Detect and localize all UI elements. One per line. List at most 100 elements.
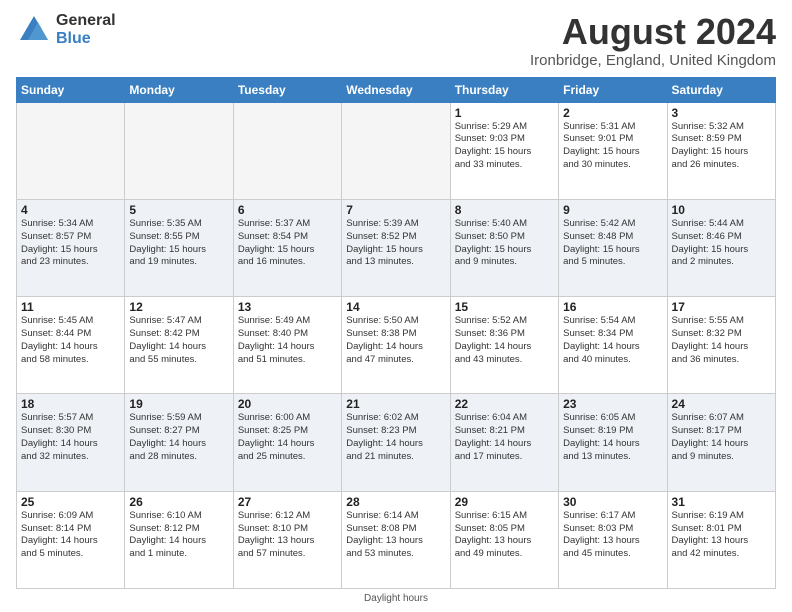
logo-blue: Blue: [56, 30, 116, 48]
calendar-cell: 29Sunrise: 6:15 AM Sunset: 8:05 PM Dayli…: [450, 491, 558, 588]
day-number: 14: [346, 300, 445, 314]
day-info: Sunrise: 5:39 AM Sunset: 8:52 PM Dayligh…: [346, 218, 445, 269]
page: General Blue August 2024 Ironbridge, Eng…: [0, 0, 792, 612]
day-number: 17: [672, 300, 771, 314]
calendar-cell: 4Sunrise: 5:34 AM Sunset: 8:57 PM Daylig…: [17, 199, 125, 296]
calendar-cell: 22Sunrise: 6:04 AM Sunset: 8:21 PM Dayli…: [450, 394, 558, 491]
day-number: 8: [455, 203, 554, 217]
calendar-cell: [233, 102, 341, 199]
calendar-cell: 6Sunrise: 5:37 AM Sunset: 8:54 PM Daylig…: [233, 199, 341, 296]
header: General Blue August 2024 Ironbridge, Eng…: [16, 12, 776, 69]
calendar-week-row: 4Sunrise: 5:34 AM Sunset: 8:57 PM Daylig…: [17, 199, 776, 296]
day-info: Sunrise: 5:35 AM Sunset: 8:55 PM Dayligh…: [129, 218, 228, 269]
day-number: 16: [563, 300, 662, 314]
day-info: Sunrise: 6:15 AM Sunset: 8:05 PM Dayligh…: [455, 510, 554, 561]
day-info: Sunrise: 5:55 AM Sunset: 8:32 PM Dayligh…: [672, 315, 771, 366]
day-number: 13: [238, 300, 337, 314]
weekday-header: Thursday: [450, 77, 558, 102]
calendar-cell: 23Sunrise: 6:05 AM Sunset: 8:19 PM Dayli…: [559, 394, 667, 491]
weekday-header: Wednesday: [342, 77, 450, 102]
day-number: 1: [455, 106, 554, 120]
day-number: 23: [563, 397, 662, 411]
calendar-cell: 8Sunrise: 5:40 AM Sunset: 8:50 PM Daylig…: [450, 199, 558, 296]
calendar-cell: [125, 102, 233, 199]
day-info: Sunrise: 6:04 AM Sunset: 8:21 PM Dayligh…: [455, 412, 554, 463]
day-info: Sunrise: 5:59 AM Sunset: 8:27 PM Dayligh…: [129, 412, 228, 463]
day-info: Sunrise: 5:34 AM Sunset: 8:57 PM Dayligh…: [21, 218, 120, 269]
day-number: 3: [672, 106, 771, 120]
calendar-cell: 26Sunrise: 6:10 AM Sunset: 8:12 PM Dayli…: [125, 491, 233, 588]
calendar-cell: 9Sunrise: 5:42 AM Sunset: 8:48 PM Daylig…: [559, 199, 667, 296]
day-number: 29: [455, 495, 554, 509]
day-info: Sunrise: 6:14 AM Sunset: 8:08 PM Dayligh…: [346, 510, 445, 561]
day-number: 18: [21, 397, 120, 411]
calendar-week-row: 25Sunrise: 6:09 AM Sunset: 8:14 PM Dayli…: [17, 491, 776, 588]
day-number: 31: [672, 495, 771, 509]
calendar-cell: 2Sunrise: 5:31 AM Sunset: 9:01 PM Daylig…: [559, 102, 667, 199]
day-info: Sunrise: 6:05 AM Sunset: 8:19 PM Dayligh…: [563, 412, 662, 463]
day-info: Sunrise: 5:40 AM Sunset: 8:50 PM Dayligh…: [455, 218, 554, 269]
day-number: 27: [238, 495, 337, 509]
calendar-cell: 16Sunrise: 5:54 AM Sunset: 8:34 PM Dayli…: [559, 297, 667, 394]
logo: General Blue: [16, 12, 116, 48]
logo-text: General Blue: [56, 12, 116, 47]
day-number: 6: [238, 203, 337, 217]
day-info: Sunrise: 5:54 AM Sunset: 8:34 PM Dayligh…: [563, 315, 662, 366]
day-number: 10: [672, 203, 771, 217]
day-info: Sunrise: 6:00 AM Sunset: 8:25 PM Dayligh…: [238, 412, 337, 463]
day-number: 21: [346, 397, 445, 411]
day-info: Sunrise: 5:29 AM Sunset: 9:03 PM Dayligh…: [455, 121, 554, 172]
calendar-header-row: SundayMondayTuesdayWednesdayThursdayFrid…: [17, 77, 776, 102]
day-number: 25: [21, 495, 120, 509]
calendar-cell: 1Sunrise: 5:29 AM Sunset: 9:03 PM Daylig…: [450, 102, 558, 199]
calendar-cell: 28Sunrise: 6:14 AM Sunset: 8:08 PM Dayli…: [342, 491, 450, 588]
day-number: 11: [21, 300, 120, 314]
day-number: 22: [455, 397, 554, 411]
location: Ironbridge, England, United Kingdom: [530, 52, 776, 69]
day-info: Sunrise: 6:12 AM Sunset: 8:10 PM Dayligh…: [238, 510, 337, 561]
logo-general: General: [56, 12, 116, 30]
weekday-header: Friday: [559, 77, 667, 102]
day-number: 5: [129, 203, 228, 217]
calendar-cell: 14Sunrise: 5:50 AM Sunset: 8:38 PM Dayli…: [342, 297, 450, 394]
weekday-header: Tuesday: [233, 77, 341, 102]
day-number: 4: [21, 203, 120, 217]
calendar-cell: 31Sunrise: 6:19 AM Sunset: 8:01 PM Dayli…: [667, 491, 775, 588]
calendar-cell: 12Sunrise: 5:47 AM Sunset: 8:42 PM Dayli…: [125, 297, 233, 394]
day-number: 20: [238, 397, 337, 411]
day-info: Sunrise: 5:47 AM Sunset: 8:42 PM Dayligh…: [129, 315, 228, 366]
day-info: Sunrise: 5:57 AM Sunset: 8:30 PM Dayligh…: [21, 412, 120, 463]
calendar-cell: 20Sunrise: 6:00 AM Sunset: 8:25 PM Dayli…: [233, 394, 341, 491]
calendar-cell: 11Sunrise: 5:45 AM Sunset: 8:44 PM Dayli…: [17, 297, 125, 394]
day-info: Sunrise: 6:02 AM Sunset: 8:23 PM Dayligh…: [346, 412, 445, 463]
day-number: 2: [563, 106, 662, 120]
day-number: 30: [563, 495, 662, 509]
logo-icon: [16, 12, 52, 48]
day-info: Sunrise: 5:31 AM Sunset: 9:01 PM Dayligh…: [563, 121, 662, 172]
day-info: Sunrise: 6:19 AM Sunset: 8:01 PM Dayligh…: [672, 510, 771, 561]
footer-note: Daylight hours: [16, 593, 776, 604]
day-number: 9: [563, 203, 662, 217]
day-info: Sunrise: 5:44 AM Sunset: 8:46 PM Dayligh…: [672, 218, 771, 269]
weekday-header: Saturday: [667, 77, 775, 102]
calendar-cell: 30Sunrise: 6:17 AM Sunset: 8:03 PM Dayli…: [559, 491, 667, 588]
day-info: Sunrise: 6:07 AM Sunset: 8:17 PM Dayligh…: [672, 412, 771, 463]
day-info: Sunrise: 5:37 AM Sunset: 8:54 PM Dayligh…: [238, 218, 337, 269]
calendar-cell: 27Sunrise: 6:12 AM Sunset: 8:10 PM Dayli…: [233, 491, 341, 588]
calendar-cell: 17Sunrise: 5:55 AM Sunset: 8:32 PM Dayli…: [667, 297, 775, 394]
day-info: Sunrise: 5:32 AM Sunset: 8:59 PM Dayligh…: [672, 121, 771, 172]
day-number: 24: [672, 397, 771, 411]
weekday-header: Monday: [125, 77, 233, 102]
calendar-cell: 7Sunrise: 5:39 AM Sunset: 8:52 PM Daylig…: [342, 199, 450, 296]
calendar-cell: 18Sunrise: 5:57 AM Sunset: 8:30 PM Dayli…: [17, 394, 125, 491]
day-number: 7: [346, 203, 445, 217]
day-info: Sunrise: 6:10 AM Sunset: 8:12 PM Dayligh…: [129, 510, 228, 561]
calendar-table: SundayMondayTuesdayWednesdayThursdayFrid…: [16, 77, 776, 589]
calendar-cell: 3Sunrise: 5:32 AM Sunset: 8:59 PM Daylig…: [667, 102, 775, 199]
day-number: 26: [129, 495, 228, 509]
day-info: Sunrise: 5:42 AM Sunset: 8:48 PM Dayligh…: [563, 218, 662, 269]
day-info: Sunrise: 5:50 AM Sunset: 8:38 PM Dayligh…: [346, 315, 445, 366]
day-number: 28: [346, 495, 445, 509]
calendar-week-row: 18Sunrise: 5:57 AM Sunset: 8:30 PM Dayli…: [17, 394, 776, 491]
daylight-label: Daylight hours: [364, 593, 428, 604]
